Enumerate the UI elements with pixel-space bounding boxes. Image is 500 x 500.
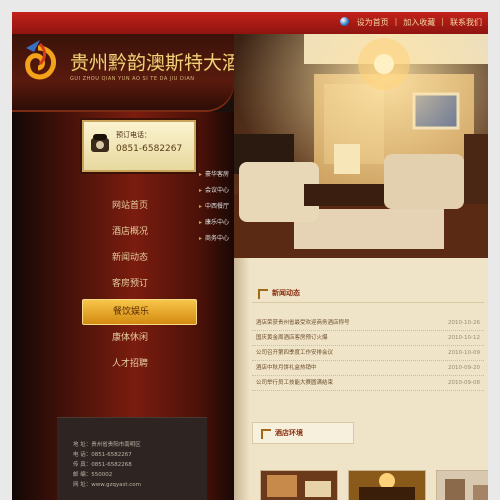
top-bar: 设为首页 | 加入收藏 | 联系我们 xyxy=(12,12,488,35)
nav-item-leisure[interactable]: 康体休闲 xyxy=(82,326,197,352)
news-item-date: 2010-10-09 xyxy=(448,350,480,356)
nav-item-label: 酒店概况 xyxy=(112,227,149,237)
content-divider xyxy=(234,258,250,500)
nav-item-label: 网站首页 xyxy=(112,201,149,211)
top-link-favorite[interactable]: 加入收藏 xyxy=(403,17,435,28)
phone-number: 0851-6582267 xyxy=(116,144,183,154)
phone-icon xyxy=(91,134,109,152)
news-item-title: 酒店荣获贵州省最受欢迎商务酒店称号 xyxy=(256,320,350,326)
top-link-contact[interactable]: 联系我们 xyxy=(450,17,482,28)
list-item[interactable]: 酒店荣获贵州省最受欢迎商务酒店称号 2010-10-26 xyxy=(252,316,484,331)
nav-item-label: 康体休闲 xyxy=(112,333,149,343)
nav-item-booking[interactable]: 客房预订 xyxy=(82,272,197,298)
site-header: 贵州黔韵澳斯特大酒店 GUI ZHOU QIAN YUN AO SI TE DA… xyxy=(12,34,260,112)
news-item-date: 2010-09-20 xyxy=(448,365,480,371)
corner-icon xyxy=(261,429,271,439)
contact-address: 地 址：贵州省贵阳市南明区 xyxy=(73,442,141,448)
news-item-title: 国庆黄金周酒店客房预订火爆 xyxy=(256,335,328,341)
hotel-logo-icon[interactable] xyxy=(18,38,64,86)
lobby-photo-image xyxy=(234,34,488,258)
room-thumbnail-image xyxy=(261,471,337,500)
hotel-subtitle: GUI ZHOU QIAN YUN AO SI TE DA JIU DIAN xyxy=(70,76,195,82)
phone-box: 预订电话： 0851-6582267 xyxy=(82,120,196,172)
nav-item-dining[interactable]: 餐饮娱乐 xyxy=(82,299,197,325)
room-thumbnail[interactable] xyxy=(348,470,426,500)
news-title[interactable]: 新闻动态 xyxy=(272,288,300,298)
lobby-photo xyxy=(234,34,488,258)
contact-box: 地 址：贵州省贵阳市南明区 电 话：0851-6582267 传 真：0851-… xyxy=(57,417,207,500)
nav-item-jobs[interactable]: 人才招聘 xyxy=(82,352,197,378)
main-nav: 网站首页 酒店概况 新闻动态 客房预订 餐饮娱乐 康体休闲 人才招聘 xyxy=(82,194,197,378)
divider: | xyxy=(441,17,444,26)
contact-phone: 电 话：0851-6582267 xyxy=(73,452,132,458)
contact-web[interactable]: 网 址：www.gzqyast.com xyxy=(57,480,207,490)
room-thumbnail-image xyxy=(437,471,488,500)
room-thumbnail-image xyxy=(349,471,425,500)
list-item[interactable]: 公司召开第四季度工作安排会议 2010-10-09 xyxy=(252,346,484,361)
room-thumbnail[interactable] xyxy=(260,470,338,500)
list-item[interactable]: 国庆黄金周酒店客房预订火爆 2010-10-12 xyxy=(252,331,484,346)
nav-item-home[interactable]: 网站首页 xyxy=(82,194,197,220)
corner-icon xyxy=(258,289,268,299)
news-item-title: 公司举行员工技能大赛圆满结束 xyxy=(256,380,334,386)
top-link-home[interactable]: 设为首页 xyxy=(357,17,389,28)
news-item-date: 2010-09-08 xyxy=(448,380,480,386)
top-links: 设为首页 | 加入收藏 | 联系我们 xyxy=(339,17,482,28)
news-item-title: 酒店中秋月饼礼盒热销中 xyxy=(256,365,317,371)
hotel-name: 贵州黔韵澳斯特大酒店 xyxy=(70,52,261,74)
rooms-header: 酒店环境 xyxy=(252,422,354,444)
page-frame: 设为首页 | 加入收藏 | 联系我们 贵州黔韵澳斯特大酒店 GUI ZHOU Q… xyxy=(12,12,488,500)
rooms-title[interactable]: 酒店环境 xyxy=(275,428,303,438)
contact-fax: 传 真：0851-6582268 xyxy=(73,462,132,468)
nav-item-news[interactable]: 新闻动态 xyxy=(82,246,197,272)
nav-item-label: 餐饮娱乐 xyxy=(113,307,150,317)
globe-icon xyxy=(339,17,351,28)
news-header: 新闻动态 xyxy=(252,284,484,303)
news-item-title: 公司召开第四季度工作安排会议 xyxy=(256,350,334,356)
nav-item-label: 新闻动态 xyxy=(112,253,149,263)
contact-zip: 邮 编：550002 xyxy=(73,472,113,478)
news-item-date: 2010-10-12 xyxy=(448,335,480,341)
news-list: 酒店荣获贵州省最受欢迎商务酒店称号 2010-10-26 国庆黄金周酒店客房预订火… xyxy=(252,316,484,391)
nav-item-label: 人才招聘 xyxy=(112,359,149,369)
list-item[interactable]: 酒店中秋月饼礼盒热销中 2010-09-20 xyxy=(252,361,484,376)
nav-item-label: 客房预订 xyxy=(112,279,149,289)
phone-label: 预订电话： xyxy=(116,131,151,139)
nav-item-about[interactable]: 酒店概况 xyxy=(82,220,197,246)
news-item-date: 2010-10-26 xyxy=(448,320,480,326)
divider: | xyxy=(394,17,398,26)
main-content: 新闻动态 酒店荣获贵州省最受欢迎商务酒店称号 2010-10-26 国庆黄金周酒店… xyxy=(234,258,488,500)
room-thumbnail[interactable] xyxy=(436,470,488,500)
list-item[interactable]: 公司举行员工技能大赛圆满结束 2010-09-08 xyxy=(252,376,484,391)
